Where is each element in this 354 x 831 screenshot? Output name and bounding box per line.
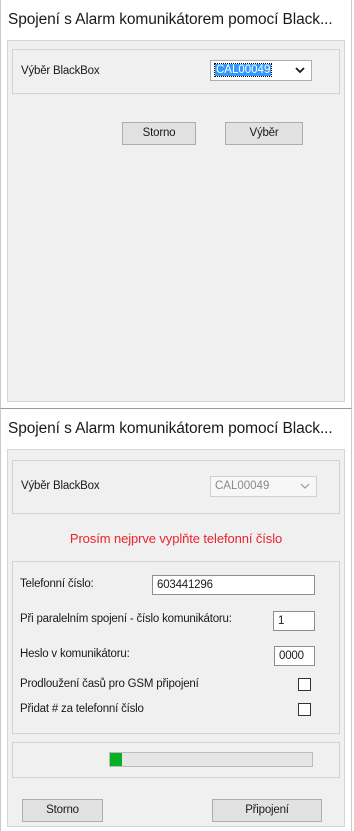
progress-group	[12, 742, 340, 778]
blackbox-label: Výběr BlackBox	[21, 480, 100, 492]
dialog-client-area: Výběr BlackBox CAL00049 Storno Výběr	[7, 40, 345, 402]
select-button[interactable]: Výběr	[225, 122, 303, 145]
gsm-extension-checkbox[interactable]	[298, 678, 311, 691]
blackbox-select-value: CAL00049	[215, 480, 270, 492]
chevron-down-icon	[299, 477, 311, 496]
blackbox-group: Výběr BlackBox CAL00049	[12, 460, 340, 514]
communicator-number-input[interactable]: 1	[273, 611, 315, 631]
blackbox-select-value: CAL00049	[213, 63, 273, 77]
parallel-label: Při paralelním spojení - číslo komunikát…	[20, 613, 232, 625]
append-hash-checkbox[interactable]	[298, 703, 311, 716]
warning-message: Prosím nejprve vyplňte telefonní číslo	[69, 531, 283, 546]
password-input[interactable]: 0000	[274, 646, 315, 666]
alarm-connection-dialog: Spojení s Alarm komunikátorem pomocí Bla…	[0, 408, 352, 831]
connection-settings-group: Telefonní číslo: 603441296 Při paralelní…	[12, 561, 340, 734]
gsm-extension-label: Prodloužení časů pro GSM připojení	[20, 678, 199, 690]
progress-fill	[110, 753, 123, 766]
blackbox-group: Výběr BlackBox CAL00049	[12, 49, 340, 94]
dialog-client-area: Výběr BlackBox CAL00049 Prosím nejprve v…	[7, 449, 345, 827]
blackbox-select-dialog: Spojení s Alarm komunikátorem pomocí Bla…	[0, 0, 352, 408]
dialog-title: Spojení s Alarm komunikátorem pomocí Bla…	[1, 409, 351, 449]
blackbox-select: CAL00049	[210, 476, 317, 497]
connect-button[interactable]: Připojení	[212, 799, 322, 822]
dialog-title: Spojení s Alarm komunikátorem pomocí Bla…	[1, 0, 351, 40]
phone-input[interactable]: 603441296	[152, 575, 315, 595]
connection-progress-bar	[109, 752, 313, 767]
chevron-down-icon	[294, 61, 306, 80]
password-label: Heslo v komunikátoru:	[20, 648, 130, 660]
append-hash-label: Přidat # za telefonní číslo	[20, 703, 144, 715]
cancel-button[interactable]: Storno	[22, 799, 103, 822]
blackbox-label: Výběr BlackBox	[21, 65, 100, 77]
phone-label: Telefonní číslo:	[20, 578, 94, 590]
blackbox-select[interactable]: CAL00049	[210, 60, 312, 81]
cancel-button[interactable]: Storno	[122, 122, 196, 145]
